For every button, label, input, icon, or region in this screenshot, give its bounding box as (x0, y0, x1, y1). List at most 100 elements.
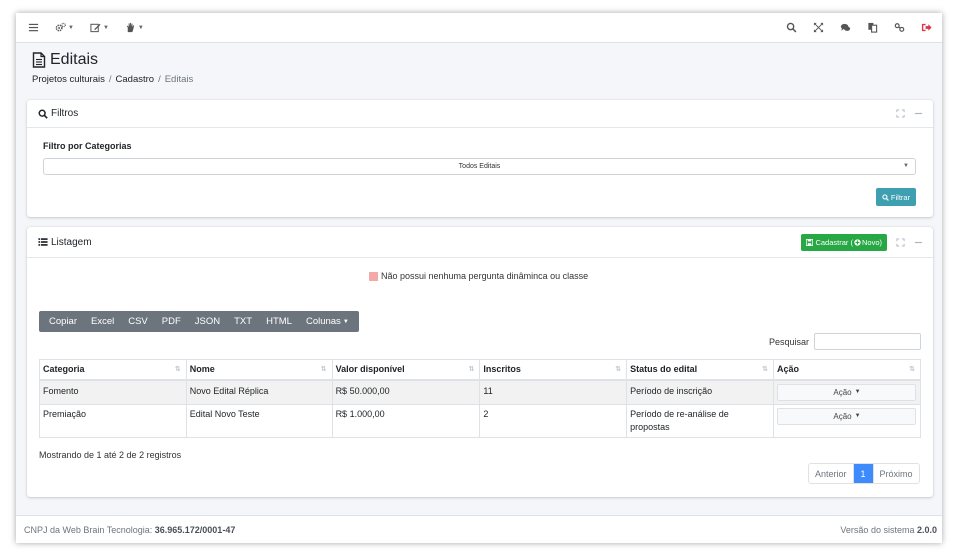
comments-icon (840, 23, 851, 31)
cell-categoria: Fomento (39, 379, 187, 405)
expand-icon (813, 22, 824, 33)
filtros-card-title: Filtros (38, 108, 78, 119)
breadcrumb-separator: / (108, 74, 112, 85)
copiar-button[interactable]: Copiar (42, 316, 84, 327)
cell-acao: Ação ▼ (772, 379, 922, 405)
maximize-icon[interactable] (896, 109, 905, 118)
footer-cnpj: 36.965.172/0001-47 (154, 524, 236, 535)
file-text-icon (32, 52, 46, 68)
txt-button[interactable]: TXT (227, 316, 259, 327)
logout-button[interactable] (921, 22, 932, 33)
table-row: Fomento Novo Edital Réplica R$ 50.000,00… (39, 379, 922, 405)
filtrar-button[interactable]: Filtrar (876, 188, 916, 206)
cell-inscritos: 2 (479, 403, 628, 438)
table-row: Premiação Edital Novo Teste R$ 1.000,00 … (39, 403, 922, 438)
sort-icon: ⇅ (320, 366, 327, 373)
filtros-card-tools (887, 109, 923, 118)
category-select[interactable]: Todos Editais ▼ (43, 158, 916, 175)
json-button[interactable]: JSON (188, 316, 227, 327)
cadastrar-button[interactable]: Cadastrar ( Novo) (801, 233, 887, 251)
listagem-card-header: Listagem Cadastrar ( Novo) (27, 227, 933, 258)
fullscreen-button[interactable] (813, 22, 824, 33)
breadcrumb-separator: / (158, 74, 161, 85)
footer: CNPJ da Web Brain Tecnologia: 36.965.172… (16, 515, 942, 543)
copy-button[interactable] (867, 22, 878, 33)
acao-label: Ação (833, 411, 852, 421)
csv-button[interactable]: CSV (121, 316, 155, 327)
breadcrumb-item-projetos[interactable]: Projetos culturais (32, 74, 105, 85)
filtrar-button-label: Filtrar (890, 192, 911, 202)
search-button[interactable] (786, 22, 797, 33)
chevron-down-icon: ▼ (68, 24, 74, 31)
menu-toggle-button[interactable] (28, 22, 39, 33)
column-header-categoria[interactable]: Categoria ⇅ (39, 359, 187, 381)
search-label: Pesquisar (769, 337, 810, 347)
save-icon (806, 238, 814, 246)
pagination: Anterior 1 Próximo (808, 463, 920, 484)
cell-valor: R$ 50.000,00 (331, 379, 481, 405)
cell-valor: R$ 1.000,00 (331, 403, 481, 438)
column-header-inscritos[interactable]: Inscritos ⇅ (479, 359, 628, 381)
column-header-status[interactable]: Status do edital ⇅ (626, 359, 774, 381)
sort-icon: ⇅ (762, 366, 768, 373)
cadastrar-button-label: Cadastrar ( (815, 237, 853, 247)
filter-category-label: Filtro por Categorias (43, 141, 132, 151)
chevron-down-icon: ▼ (102, 24, 109, 31)
excel-button[interactable]: Excel (84, 316, 121, 327)
novo-label: Novo) (861, 237, 882, 247)
page-title-text: Editais (50, 51, 99, 68)
pdf-button[interactable]: PDF (155, 316, 188, 327)
footer-left: CNPJ da Web Brain Tecnologia: 36.965.172… (24, 525, 235, 535)
hand-dropdown[interactable]: ▼ (125, 22, 144, 33)
pagination-previous[interactable]: Anterior (809, 464, 854, 483)
pagination-page-1[interactable]: 1 (853, 464, 873, 483)
filtros-card-header: Filtros (27, 100, 933, 128)
chevron-down-icon: ▼ (903, 163, 909, 169)
acao-dropdown-button[interactable]: Ação ▼ (777, 383, 917, 401)
caret-down-icon: ▼ (854, 388, 861, 395)
chevron-down-icon: ▼ (137, 24, 144, 31)
collapse-icon[interactable] (914, 109, 923, 118)
sort-icon: ⇅ (468, 366, 475, 373)
breadcrumb-item-cadastro[interactable]: Cadastro (116, 74, 155, 85)
cell-categoria: Premiação (39, 403, 187, 438)
column-header-acao[interactable]: Ação ⇅ (772, 359, 922, 381)
pagination-next[interactable]: Próximo (872, 464, 919, 483)
table-header-row: Categoria ⇅ Nome ⇅ Valor disponível ⇅ Inscr… (39, 359, 922, 381)
link-button[interactable] (894, 22, 905, 33)
colunas-label: Colunas (305, 316, 341, 327)
legend: Não possui nenhuma pergunta dinâminca ou… (369, 271, 588, 281)
sort-icon: ⇅ (174, 366, 181, 373)
footer-right: Versão do sistema 2.0.0 (840, 525, 937, 535)
edit-icon (90, 23, 101, 33)
listagem-card-tools: Cadastrar ( Novo) (801, 233, 923, 251)
category-select-value: Todos Editais (458, 163, 501, 170)
colunas-button[interactable]: Colunas ▼ (299, 316, 356, 327)
export-button-group: Copiar Excel CSV PDF JSON TXT HTML Colun… (39, 311, 359, 332)
collapse-icon[interactable] (914, 238, 923, 247)
plus-icon (854, 238, 861, 246)
search-icon (786, 22, 797, 33)
html-button[interactable]: HTML (259, 316, 299, 327)
hand-icon (126, 22, 135, 33)
chevron-down-icon: ▼ (342, 318, 349, 325)
footer-version-label: Versão do sistema (840, 524, 917, 535)
legend-text: Não possui nenhuma pergunta dinâminca ou… (381, 271, 589, 281)
settings-dropdown[interactable]: ▼ (55, 22, 74, 33)
page-header: Editais Projetos culturais / Cadastro / … (32, 51, 193, 85)
acao-dropdown-button[interactable]: Ação ▼ (777, 407, 917, 425)
cell-status: Período de re-análise de propostas (626, 403, 774, 438)
listagem-card-title: Listagem (38, 237, 92, 248)
column-header-valor[interactable]: Valor disponível ⇅ (331, 359, 481, 381)
menu-icon (28, 23, 39, 32)
messages-button[interactable] (840, 22, 851, 33)
filtros-card: Filtros Filtro por Categorias Todos Edit… (27, 100, 933, 217)
search-input[interactable] (814, 333, 921, 350)
copy-icon (868, 22, 878, 33)
cell-inscritos: 11 (479, 379, 628, 405)
legend-swatch (369, 271, 378, 281)
top-navbar: ▼ ▼ ▼ (16, 13, 942, 43)
edit-dropdown[interactable]: ▼ (90, 22, 109, 33)
maximize-icon[interactable] (896, 237, 905, 247)
column-header-nome[interactable]: Nome ⇅ (185, 359, 333, 381)
